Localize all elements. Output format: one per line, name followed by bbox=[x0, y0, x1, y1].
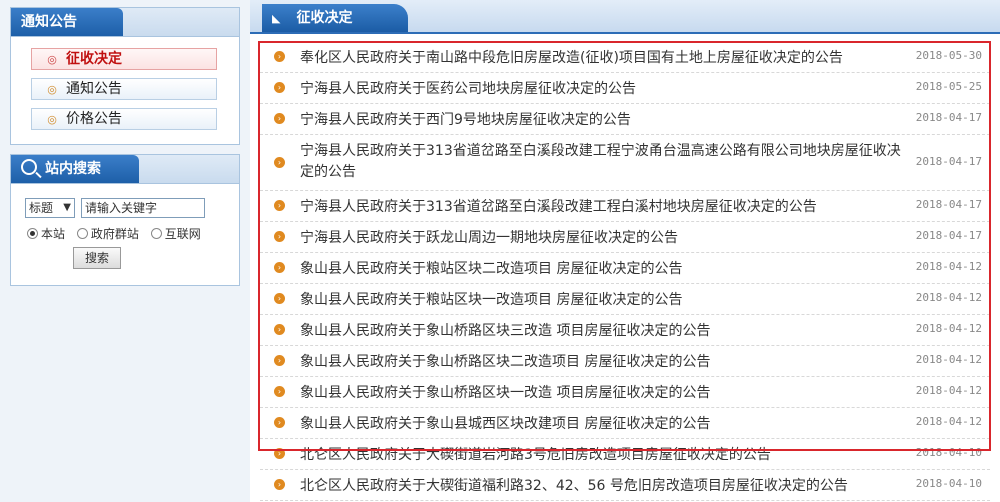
list-item[interactable]: › 宁海县人民政府关于跃龙山周边一期地块房屋征收决定的公告 2018-04-17 bbox=[260, 222, 990, 253]
scope-label: 政府群站 bbox=[90, 227, 139, 241]
arrow-bullet-icon: › bbox=[274, 113, 285, 124]
item-date: 2018-04-17 bbox=[915, 229, 982, 242]
item-date: 2018-05-25 bbox=[915, 80, 982, 93]
search-keyword-input[interactable] bbox=[81, 198, 205, 218]
arrow-bullet-icon: › bbox=[274, 293, 285, 304]
search-icon bbox=[21, 159, 37, 175]
item-title-link[interactable]: 象山县人民政府关于象山桥路区块一改造 项目房屋征收决定的公告 bbox=[300, 383, 900, 404]
section-title: 征收决定 bbox=[296, 10, 353, 26]
item-date: 2018-04-12 bbox=[915, 291, 982, 304]
left-sidebar: 通知公告 ◎ 征收决定 ◎ 通知公告 ◎ 价格公告 站内搜索 标题 ▼ 本站 政府群站… bbox=[0, 0, 250, 502]
list-item[interactable]: › 象山县人民政府关于粮站区块二改造项目 房屋征收决定的公告 2018-04-12 bbox=[260, 253, 990, 284]
item-date: 2018-04-10 bbox=[915, 446, 982, 459]
item-date: 2018-04-12 bbox=[915, 322, 982, 335]
list-item[interactable]: › 象山县人民政府关于象山桥路区块二改造项目 房屋征收决定的公告 2018-04-1… bbox=[260, 346, 990, 377]
item-title-link[interactable]: 象山县人民政府关于象山桥路区块三改造 项目房屋征收决定的公告 bbox=[300, 321, 900, 342]
dropdown-arrow-icon: ▼ bbox=[63, 202, 71, 213]
item-date: 2018-04-10 bbox=[915, 477, 982, 490]
announcement-list: › 奉化区人民政府关于南山路中段危旧房屋改造(征收)项目国有土地上房屋征收决定的公… bbox=[260, 42, 990, 501]
arrow-bullet-icon: › bbox=[274, 479, 285, 490]
list-item[interactable]: › 象山县人民政府关于象山县城西区块改建项目 房屋征收决定的公告 2018-04-1… bbox=[260, 408, 990, 439]
circle-bullet-icon: ◎ bbox=[47, 53, 57, 66]
item-date: 2018-04-12 bbox=[915, 415, 982, 428]
arrow-bullet-icon: › bbox=[274, 200, 285, 211]
list-item[interactable]: › 宁海县人民政府关于西门9号地块房屋征收决定的公告 2018-04-17 bbox=[260, 104, 990, 135]
item-title-link[interactable]: 象山县人民政府关于粮站区块二改造项目 房屋征收决定的公告 bbox=[300, 259, 900, 280]
radio-selected-icon bbox=[27, 228, 38, 239]
nav-item-notices[interactable]: ◎ 通知公告 bbox=[31, 78, 217, 100]
arrow-bullet-icon: › bbox=[274, 386, 285, 397]
list-item[interactable]: › 宁海县人民政府关于313省道岔路至白溪段改建工程白溪村地块房屋征收决定的公告 2… bbox=[260, 191, 990, 222]
item-date: 2018-04-12 bbox=[915, 260, 982, 273]
list-item[interactable]: › 奉化区人民政府关于南山路中段危旧房屋改造(征收)项目国有土地上房屋征收决定的公… bbox=[260, 42, 990, 73]
scope-radio-government-sites[interactable]: 政府群站 bbox=[76, 225, 139, 242]
search-box-header: 站内搜索 bbox=[11, 155, 239, 184]
item-date: 2018-04-17 bbox=[915, 198, 982, 211]
item-title-link[interactable]: 象山县人民政府关于粮站区块一改造项目 房屋征收决定的公告 bbox=[300, 290, 900, 311]
item-date: 2018-04-12 bbox=[915, 384, 982, 397]
search-box-title: 站内搜索 bbox=[45, 161, 101, 177]
search-scope-group: 本站 政府群站 互联网 bbox=[27, 225, 209, 242]
radio-icon bbox=[76, 228, 88, 239]
notice-box-title: 通知公告 bbox=[11, 8, 123, 36]
search-field-select[interactable]: 标题 ▼ bbox=[25, 198, 75, 218]
search-button[interactable]: 搜索 bbox=[73, 247, 121, 269]
list-item[interactable]: › 象山县人民政府关于象山桥路区块一改造 项目房屋征收决定的公告 2018-04-1… bbox=[260, 377, 990, 408]
list-item[interactable]: › 宁海县人民政府关于医药公司地块房屋征收决定的公告 2018-05-25 bbox=[260, 73, 990, 104]
scope-radio-internet[interactable]: 互联网 bbox=[150, 225, 201, 242]
scope-radio-this-site[interactable]: 本站 bbox=[27, 225, 65, 242]
arrow-bullet-icon: › bbox=[274, 82, 285, 93]
notice-box-header: 通知公告 bbox=[11, 8, 239, 37]
scope-label: 本站 bbox=[41, 227, 66, 241]
arrow-bullet-icon: › bbox=[274, 157, 285, 168]
search-box-title-tab: 站内搜索 bbox=[11, 155, 139, 183]
nav-item-label: 价格公告 bbox=[66, 111, 122, 127]
item-title-link[interactable]: 北仑区人民政府关于大碶街道福利路32、42、56 号危旧房改造项目房屋征收决定的… bbox=[300, 476, 900, 497]
section-title-tab: ◣ 征收决定 bbox=[262, 4, 408, 32]
item-title-link[interactable]: 北仑区人民政府关于大碶街道岩河路3号危旧房改造项目房屋征收决定的公告 bbox=[300, 445, 900, 466]
nav-item-label: 征收决定 bbox=[66, 51, 122, 67]
item-title-link[interactable]: 宁海县人民政府关于313省道岔路至白溪段改建工程宁波甬台温高速公路有限公司地块房… bbox=[300, 141, 910, 183]
circle-bullet-icon: ◎ bbox=[47, 113, 57, 126]
double-chevron-icon: ◣ bbox=[272, 12, 281, 25]
nav-item-expropriation-decision[interactable]: ◎ 征收决定 bbox=[31, 48, 217, 70]
arrow-bullet-icon: › bbox=[274, 231, 285, 242]
main-content: ◣ 征收决定 › 奉化区人民政府关于南山路中段危旧房屋改造(征收)项目国有土地上房屋… bbox=[250, 0, 1000, 502]
item-title-link[interactable]: 宁海县人民政府关于313省道岔路至白溪段改建工程白溪村地块房屋征收决定的公告 bbox=[300, 197, 900, 218]
item-title-link[interactable]: 象山县人民政府关于象山县城西区块改建项目 房屋征收决定的公告 bbox=[300, 414, 900, 435]
item-title-link[interactable]: 奉化区人民政府关于南山路中段危旧房屋改造(征收)项目国有土地上房屋征收决定的公告 bbox=[300, 48, 900, 69]
arrow-bullet-icon: › bbox=[274, 448, 285, 459]
arrow-bullet-icon: › bbox=[274, 262, 285, 273]
item-date: 2018-04-12 bbox=[915, 353, 982, 366]
item-title-link[interactable]: 宁海县人民政府关于跃龙山周边一期地块房屋征收决定的公告 bbox=[300, 228, 900, 249]
item-title-link[interactable]: 宁海县人民政府关于西门9号地块房屋征收决定的公告 bbox=[300, 110, 900, 131]
arrow-bullet-icon: › bbox=[274, 355, 285, 366]
list-item[interactable]: › 北仑区人民政府关于大碶街道岩河路3号危旧房改造项目房屋征收决定的公告 2018-… bbox=[260, 439, 990, 470]
list-item[interactable]: › 象山县人民政府关于象山桥路区块三改造 项目房屋征收决定的公告 2018-04-1… bbox=[260, 315, 990, 346]
section-header: ◣ 征收决定 bbox=[250, 0, 1000, 34]
item-title-link[interactable]: 象山县人民政府关于象山桥路区块二改造项目 房屋征收决定的公告 bbox=[300, 352, 900, 373]
scope-label: 互联网 bbox=[164, 227, 201, 241]
nav-item-label: 通知公告 bbox=[66, 81, 122, 97]
nav-item-price-notices[interactable]: ◎ 价格公告 bbox=[31, 108, 217, 130]
site-search-box: 站内搜索 标题 ▼ 本站 政府群站 互联网 搜索 bbox=[10, 154, 240, 286]
list-item[interactable]: › 宁海县人民政府关于313省道岔路至白溪段改建工程宁波甬台温高速公路有限公司地块… bbox=[260, 135, 990, 191]
radio-icon bbox=[150, 228, 162, 239]
arrow-bullet-icon: › bbox=[274, 324, 285, 335]
list-item[interactable]: › 象山县人民政府关于粮站区块一改造项目 房屋征收决定的公告 2018-04-12 bbox=[260, 284, 990, 315]
notice-box: 通知公告 ◎ 征收决定 ◎ 通知公告 ◎ 价格公告 bbox=[10, 7, 240, 145]
item-title-link[interactable]: 宁海县人民政府关于医药公司地块房屋征收决定的公告 bbox=[300, 79, 900, 100]
item-date: 2018-05-30 bbox=[915, 49, 982, 62]
item-date: 2018-04-17 bbox=[915, 111, 982, 124]
arrow-bullet-icon: › bbox=[274, 417, 285, 428]
circle-bullet-icon: ◎ bbox=[47, 83, 57, 96]
search-field-value: 标题 bbox=[29, 201, 54, 215]
list-item[interactable]: › 北仑区人民政府关于大碶街道福利路32、42、56 号危旧房改造项目房屋征收决定… bbox=[260, 470, 990, 501]
arrow-bullet-icon: › bbox=[274, 51, 285, 62]
item-date: 2018-04-17 bbox=[915, 155, 982, 168]
